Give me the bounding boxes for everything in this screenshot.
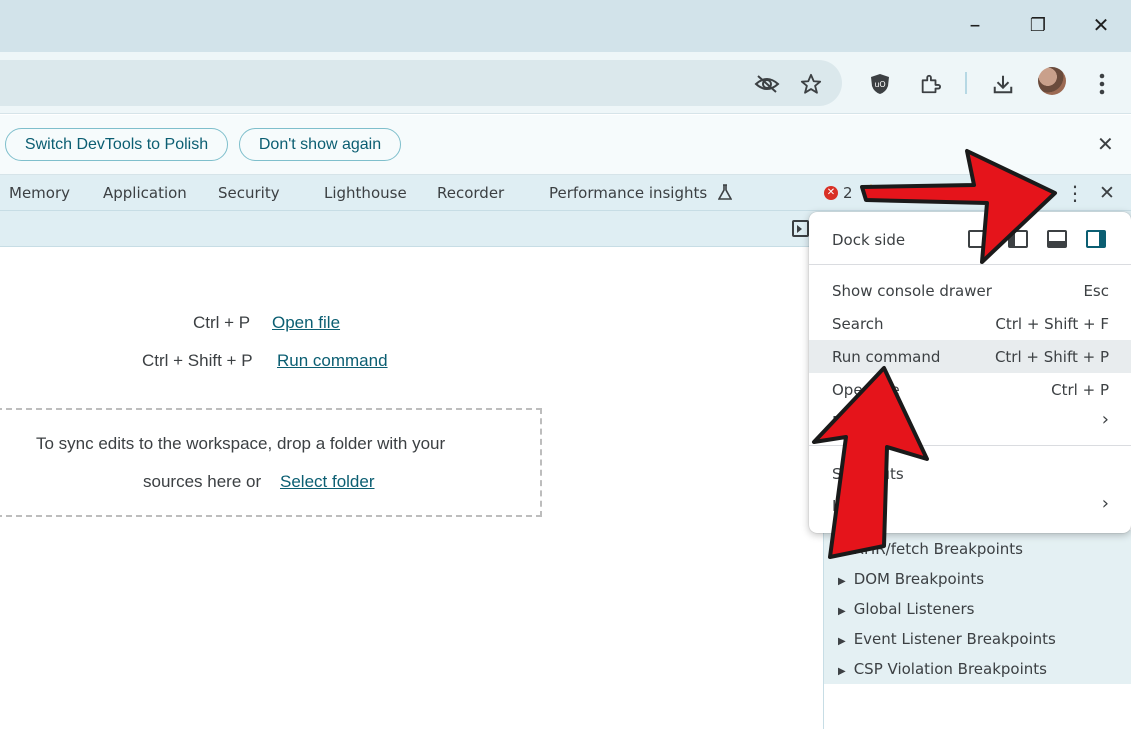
menu-item-open-file[interactable]: Open file Ctrl + P [809, 373, 1131, 406]
open-file-shortcut: Ctrl + P [193, 313, 251, 332]
customize-devtools-icon[interactable]: ⋮ [1065, 181, 1085, 205]
list-item-label: Global Listeners [853, 600, 975, 618]
menu-item-run-command[interactable]: Run command Ctrl + Shift + P [809, 340, 1131, 373]
menu-item-label: Run command [832, 348, 941, 366]
expand-triangle-icon: ▶ [838, 576, 846, 587]
kebab-menu-icon[interactable] [1085, 67, 1119, 101]
run-command-shortcut: Ctrl + Shift + P [142, 351, 253, 370]
close-devtools-icon[interactable]: ✕ [1099, 182, 1115, 204]
menu-item-label: Open file [832, 381, 900, 399]
list-item-label: XHR/fetch Breakpoints [853, 540, 1023, 558]
customize-devtools-menu: Dock side Show console drawer Esc Search C… [809, 212, 1131, 533]
profile-avatar[interactable] [1038, 67, 1066, 95]
close-window-button[interactable]: ✕ [1079, 8, 1123, 42]
sync-instructions-line2: sources here or [143, 472, 262, 491]
toggle-sidebar-icon[interactable] [792, 220, 809, 237]
browser-window: – ❐ ✕ uO Switch DevTools to Polish Don't… [0, 0, 1131, 729]
tab-memory[interactable]: Memory [9, 184, 70, 202]
menu-item-shortcuts[interactable]: Shortcuts [809, 457, 1131, 490]
toolbar-separator [965, 72, 967, 94]
download-icon[interactable] [986, 67, 1020, 101]
star-icon[interactable] [794, 67, 828, 101]
switch-language-button[interactable]: Switch DevTools to Polish [5, 128, 228, 161]
menu-item-label: Shortcuts [832, 465, 904, 483]
eye-off-icon[interactable] [750, 67, 784, 101]
menu-divider [809, 264, 1131, 265]
menu-item-more-tools[interactable]: More tools › [809, 405, 1131, 438]
ublock-icon[interactable]: uO [863, 67, 897, 101]
menu-item-shortcut: Ctrl + P [1051, 381, 1109, 399]
list-item[interactable]: ▶ Event Listener Breakpoints [838, 630, 1056, 648]
warning-icon [864, 184, 878, 197]
chevron-right-icon: › [1101, 493, 1109, 514]
workspace-drop-zone[interactable] [0, 408, 542, 517]
tab-recorder[interactable]: Recorder [437, 184, 504, 202]
error-icon: ✕ [824, 186, 838, 200]
close-infobar-icon[interactable]: ✕ [1097, 132, 1114, 156]
list-item[interactable]: ▶ CSP Violation Breakpoints [838, 660, 1047, 678]
restore-button[interactable]: ❐ [1016, 8, 1060, 42]
expand-triangle-icon: ▶ [838, 546, 846, 557]
menu-item-label: Search [832, 315, 884, 333]
menu-item-show-console-drawer[interactable]: Show console drawer Esc [809, 274, 1131, 307]
language-infobar: Switch DevTools to Polish Don't show aga… [0, 115, 1131, 175]
select-folder-link[interactable]: Select folder [280, 472, 375, 492]
browser-toolbar [0, 52, 1131, 114]
menu-item-label: More tools [832, 413, 911, 431]
menu-item-shortcut: Esc [1083, 282, 1109, 300]
expand-triangle-icon: ▶ [838, 636, 846, 647]
expand-triangle-icon: ▶ [838, 666, 846, 677]
svg-text:uO: uO [874, 80, 885, 89]
breakpoints-list: ▶ XHR/fetch Breakpoints ▶ DOM Breakpoints … [824, 530, 1131, 684]
tab-lighthouse[interactable]: Lighthouse [324, 184, 407, 202]
dock-side-label: Dock side [832, 231, 906, 249]
tab-performance-insights[interactable]: Performance insights [549, 184, 733, 202]
tab-security[interactable]: Security [218, 184, 280, 202]
open-file-link[interactable]: Open file [272, 313, 340, 333]
error-count[interactable]: 2 [843, 184, 853, 202]
list-item-label: DOM Breakpoints [853, 570, 985, 588]
run-command-link[interactable]: Run command [277, 351, 388, 371]
tab-application[interactable]: Application [103, 184, 187, 202]
dont-show-again-button[interactable]: Don't show again [239, 128, 401, 161]
tab-performance-insights-label: Performance insights [549, 184, 708, 202]
warning-count[interactable]: 2212 [883, 184, 921, 202]
menu-divider [809, 445, 1131, 446]
list-item-label: Event Listener Breakpoints [853, 630, 1056, 648]
chevron-right-icon: › [1101, 409, 1109, 430]
title-bar: – ❐ ✕ [0, 0, 1131, 52]
minimize-button[interactable]: – [953, 8, 997, 42]
list-item[interactable]: ▶ Global Listeners [838, 600, 975, 618]
dock-left-icon[interactable] [1008, 230, 1028, 248]
dock-right-icon[interactable] [1086, 230, 1106, 248]
sync-instructions-line1: To sync edits to the workspace, drop a f… [36, 434, 446, 453]
list-item-label: CSP Violation Breakpoints [853, 660, 1047, 678]
dock-bottom-icon[interactable] [1047, 230, 1067, 248]
menu-item-shortcut: Ctrl + Shift + F [995, 315, 1109, 333]
extensions-icon[interactable] [913, 67, 947, 101]
undock-icon[interactable] [968, 230, 988, 248]
menu-item-search[interactable]: Search Ctrl + Shift + F [809, 307, 1131, 340]
address-bar[interactable] [0, 60, 842, 106]
expand-triangle-icon: ▶ [838, 606, 846, 617]
list-item[interactable]: ▶ DOM Breakpoints [838, 570, 984, 588]
menu-item-shortcut: Ctrl + Shift + P [994, 348, 1109, 366]
list-item[interactable]: ▶ XHR/fetch Breakpoints [838, 540, 1023, 558]
devtools-tab-bar: Memory Application Security Lighthouse R… [0, 175, 1131, 211]
menu-item-help[interactable]: Help › [809, 489, 1131, 522]
menu-item-label: Show console drawer [832, 282, 992, 300]
menu-item-label: Help [832, 497, 867, 515]
flask-icon [717, 184, 733, 200]
